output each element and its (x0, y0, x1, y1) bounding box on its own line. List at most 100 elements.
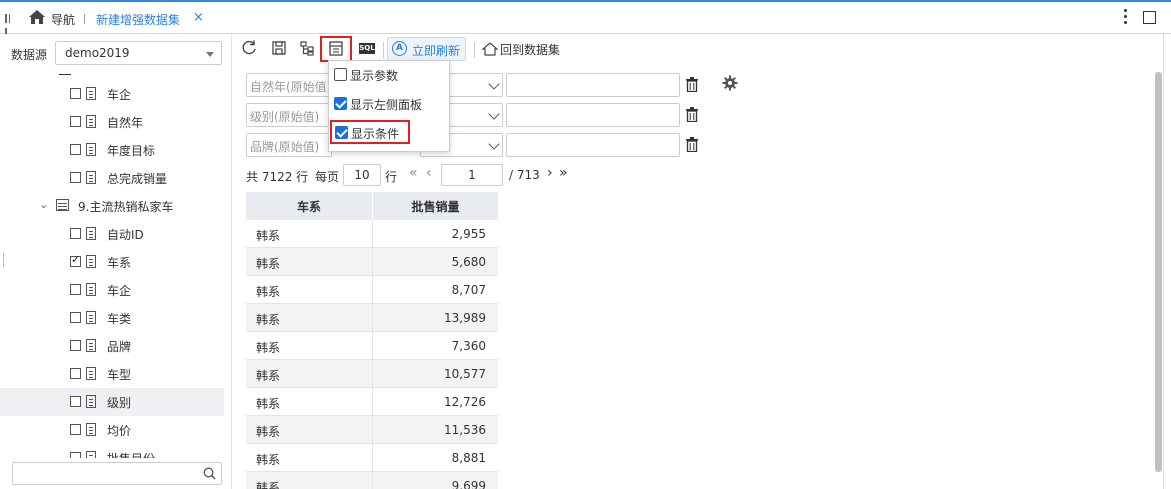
tree-item[interactable]: 车型 (0, 360, 224, 388)
tree-item[interactable]: 车企 (0, 276, 224, 304)
filter-value-input[interactable] (506, 103, 680, 127)
field-checkbox[interactable] (70, 116, 81, 127)
table-row[interactable]: 韩系 9,699 (246, 472, 498, 489)
home-icon[interactable] (28, 9, 46, 25)
vertical-scrollbar[interactable] (1155, 64, 1163, 479)
field-icon (86, 395, 96, 408)
table-row[interactable]: 韩系 5,680 (246, 248, 498, 276)
field-checkbox[interactable] (70, 312, 81, 323)
datasource-select[interactable]: demo2019 (55, 41, 222, 65)
filter-row: 自然年(原始值) (246, 73, 706, 97)
tree-item[interactable]: 品牌 (0, 332, 224, 360)
sql-icon[interactable]: SQL (359, 43, 375, 54)
next-page-icon[interactable]: › (547, 165, 553, 181)
scrollbar-thumb[interactable] (1155, 72, 1162, 472)
filter-value-input[interactable] (506, 133, 680, 157)
relation-icon[interactable] (298, 39, 318, 59)
search-icon[interactable] (203, 467, 216, 480)
table-header: 车系 批售销量 (246, 192, 498, 220)
filter-field-input[interactable]: 级别(原始值) (246, 103, 332, 127)
last-page-icon[interactable]: » (559, 165, 568, 181)
filter-value-input[interactable] (506, 73, 680, 97)
show-left-panel-checkbox[interactable] (334, 97, 347, 110)
filter-field-input[interactable]: 品牌(原始值) (246, 133, 332, 157)
display-settings-button[interactable] (320, 36, 352, 62)
table-row[interactable]: 韩系 12,726 (246, 388, 498, 416)
cell-series: 韩系 (256, 369, 281, 383)
prev-page-icon[interactable]: ‹ (426, 165, 432, 181)
field-checkbox[interactable] (70, 172, 81, 183)
field-checkbox[interactable] (70, 340, 81, 351)
field-icon (86, 115, 96, 128)
field-label: 均价 (107, 424, 132, 438)
datasource-value: demo2019 (65, 46, 130, 60)
tree-item[interactable]: 均价 (0, 416, 224, 444)
field-checkbox[interactable] (70, 88, 81, 99)
close-tab-icon[interactable]: × (193, 10, 204, 25)
show-conditions-checkbox[interactable] (335, 126, 348, 139)
refresh-icon[interactable] (240, 39, 260, 59)
tree-item[interactable]: 车系 (0, 248, 224, 276)
cell-series: 韩系 (256, 481, 281, 489)
table-row[interactable]: 韩系 2,955 (246, 220, 498, 248)
delete-icon[interactable] (686, 107, 698, 123)
show-left-panel-option[interactable]: 显示左侧面板 (332, 92, 446, 114)
field-search-input[interactable] (12, 462, 222, 485)
active-tab-label[interactable]: 新建增强数据集 (96, 11, 180, 28)
field-checkbox[interactable] (70, 452, 81, 458)
chevron-down-icon[interactable]: ⌄ (39, 198, 48, 211)
field-checkbox[interactable] (70, 284, 81, 295)
table-row[interactable]: 韩系 11,536 (246, 416, 498, 444)
show-params-checkbox[interactable] (334, 68, 347, 81)
delete-icon[interactable] (686, 77, 698, 93)
column-divider (372, 444, 373, 472)
nav-tab-label[interactable]: 导航 (51, 11, 75, 28)
save-icon[interactable] (270, 39, 290, 59)
column-header[interactable]: 车系 (246, 198, 372, 215)
field-label: 年度目标 (107, 144, 156, 158)
field-checkbox[interactable] (70, 228, 81, 239)
tree-item[interactable]: 车企 (0, 80, 224, 108)
menu-icon[interactable] (5, 12, 15, 37)
tree-collapse-line (59, 74, 71, 75)
pagination: 共 7122 行 每页 10 行 « ‹ 1 / 713 › » (246, 164, 568, 188)
table-row[interactable]: 韩系 13,989 (246, 304, 498, 332)
field-label: 自动ID (107, 228, 144, 242)
cell-sales: 13,989 (444, 311, 486, 325)
more-options-icon[interactable] (1122, 7, 1128, 27)
tree-item[interactable]: 年度目标 (0, 136, 224, 164)
maximize-icon[interactable] (1143, 11, 1156, 24)
tree-item[interactable]: 级别 (0, 388, 224, 416)
field-checkbox[interactable] (70, 424, 81, 435)
cell-sales: 11,536 (444, 423, 486, 437)
panel-resize-handle[interactable] (3, 253, 4, 267)
tree-item[interactable]: 自然年 (0, 108, 224, 136)
tree-item[interactable]: 车类 (0, 304, 224, 332)
cell-sales: 8,707 (451, 283, 486, 297)
field-checkbox[interactable] (70, 396, 81, 407)
field-checkbox[interactable] (70, 253, 81, 267)
first-page-icon[interactable]: « (409, 165, 418, 181)
field-label: 车系 (107, 256, 132, 270)
table-row[interactable]: 韩系 8,707 (246, 276, 498, 304)
table-row[interactable]: 韩系 7,360 (246, 332, 498, 360)
field-label: 总完成销量 (107, 172, 168, 186)
table-row[interactable]: 韩系 8,881 (246, 444, 498, 472)
column-divider (372, 472, 373, 489)
show-conditions-option[interactable]: 显示条件 (330, 120, 410, 144)
filter-field-input[interactable]: 自然年(原始值) (246, 73, 332, 97)
per-page-input[interactable]: 10 (343, 164, 381, 186)
show-params-option[interactable]: 显示参数 (332, 63, 446, 85)
field-checkbox[interactable] (70, 144, 81, 155)
delete-icon[interactable] (686, 137, 698, 153)
field-checkbox[interactable] (70, 368, 81, 379)
gear-icon[interactable] (722, 75, 738, 91)
tree-item[interactable]: 总完成销量 (0, 164, 224, 192)
tree-item[interactable]: 批售目份 (0, 444, 224, 458)
page-number-input[interactable]: 1 (441, 164, 503, 186)
tree-item[interactable]: 自动ID (0, 220, 224, 248)
tree-table-node[interactable]: ⌄ 9.主流热销私家车 (0, 192, 224, 220)
refresh-now-button[interactable]: A 立即刷新 (387, 37, 466, 61)
column-header[interactable]: 批售销量 (373, 198, 498, 215)
table-row[interactable]: 韩系 10,577 (246, 360, 498, 388)
